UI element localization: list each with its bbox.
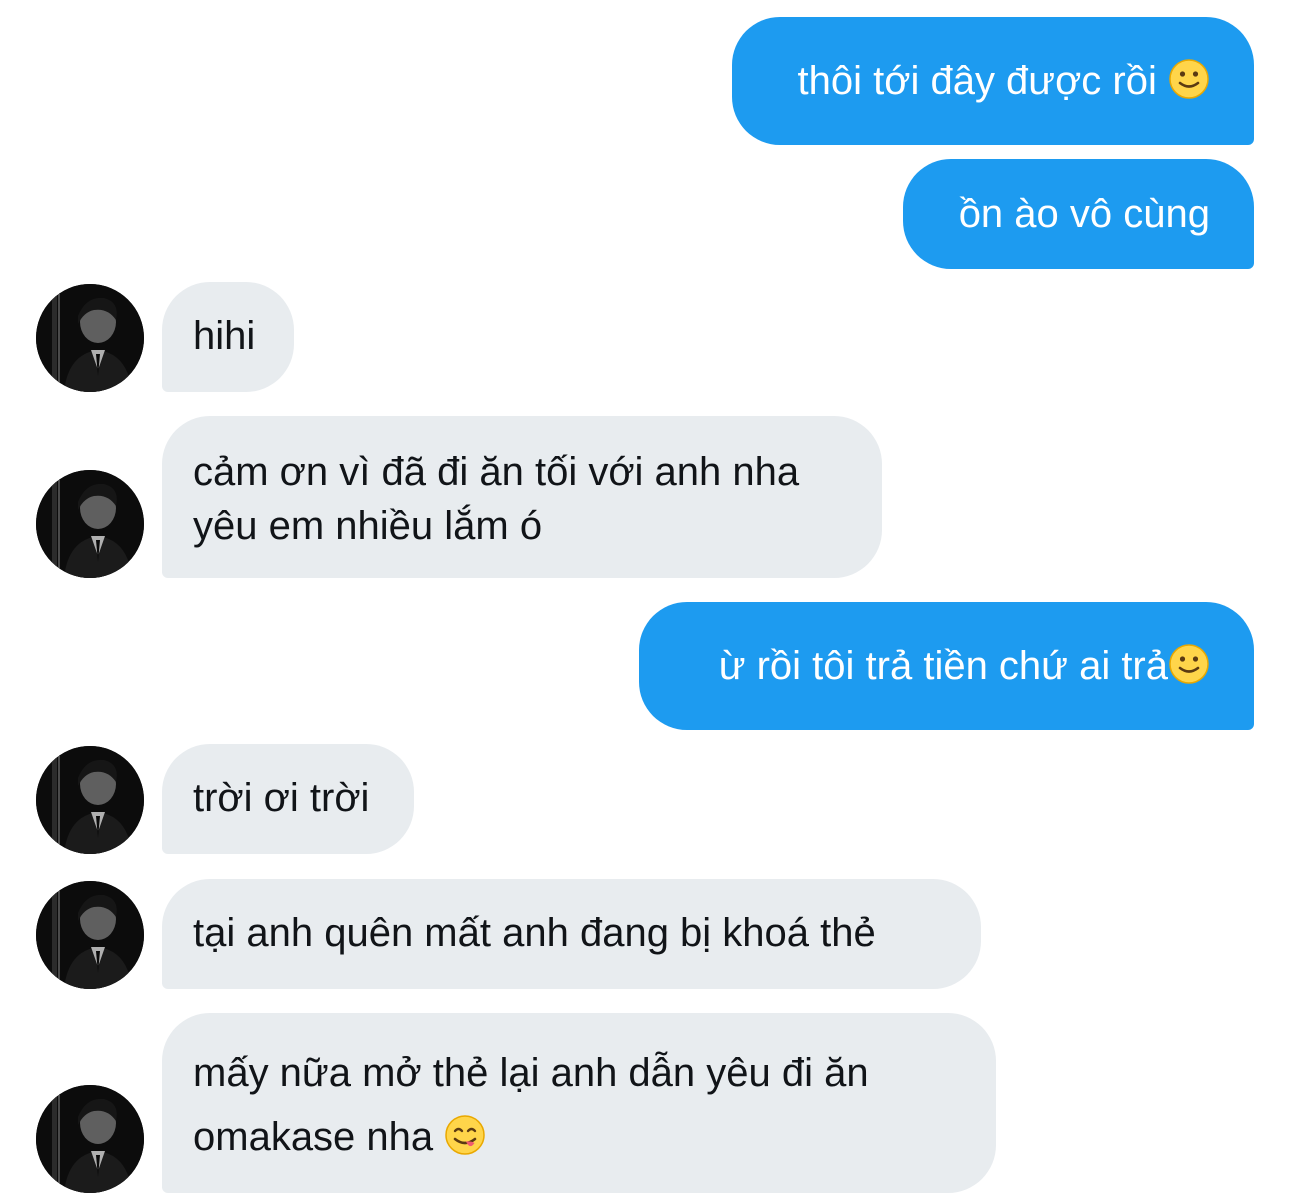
message-line: mấy nữa mở thẻ lại anh dẫn yêu đi ăn — [193, 1051, 869, 1095]
contact-avatar[interactable] — [36, 1085, 144, 1193]
message-text: ừ rồi tôi trả tiền chứ ai trả — [718, 644, 1168, 688]
message-text: thôi tới đây được rồi — [797, 59, 1168, 103]
received-message-bubble[interactable]: cảm ơn vì đã đi ăn tối với anh nha yêu e… — [162, 416, 882, 578]
sent-message-bubble[interactable]: ừ rồi tôi trả tiền chứ ai trả — [639, 602, 1254, 730]
message-text: trời ơi trời — [193, 776, 370, 820]
message-line: yêu em nhiều lắm ó — [193, 504, 543, 548]
avatar-photo — [36, 470, 144, 578]
received-message-bubble[interactable]: trời ơi trời — [162, 744, 414, 854]
message-line-with-emoji: omakase nha — [193, 1105, 996, 1169]
avatar-photo — [36, 881, 144, 989]
received-message-bubble[interactable]: hihi — [162, 282, 294, 392]
message-line: omakase nha — [193, 1115, 445, 1159]
contact-avatar[interactable] — [36, 881, 144, 989]
avatar-photo — [36, 746, 144, 854]
slightly-smiling-face-emoji — [1168, 643, 1210, 685]
message-text: hihi — [193, 314, 256, 358]
received-message-bubble[interactable]: tại anh quên mất anh đang bị khoá thẻ — [162, 879, 981, 989]
face-savoring-food-emoji — [444, 1114, 486, 1156]
received-message-bubble[interactable]: mấy nữa mở thẻ lại anh dẫn yêu đi ăn oma… — [162, 1013, 996, 1193]
contact-avatar[interactable] — [36, 284, 144, 392]
avatar-photo — [36, 284, 144, 392]
sent-message-bubble[interactable]: thôi tới đây được rồi — [732, 17, 1254, 145]
message-line: cảm ơn vì đã đi ăn tối với anh nha — [193, 450, 800, 494]
sent-message-bubble[interactable]: ồn ào vô cùng — [903, 159, 1254, 269]
avatar-photo — [36, 1085, 144, 1193]
contact-avatar[interactable] — [36, 470, 144, 578]
message-text: ồn ào vô cùng — [958, 192, 1210, 236]
slightly-smiling-face-emoji — [1168, 58, 1210, 100]
contact-avatar[interactable] — [36, 746, 144, 854]
message-text: tại anh quên mất anh đang bị khoá thẻ — [193, 911, 876, 955]
